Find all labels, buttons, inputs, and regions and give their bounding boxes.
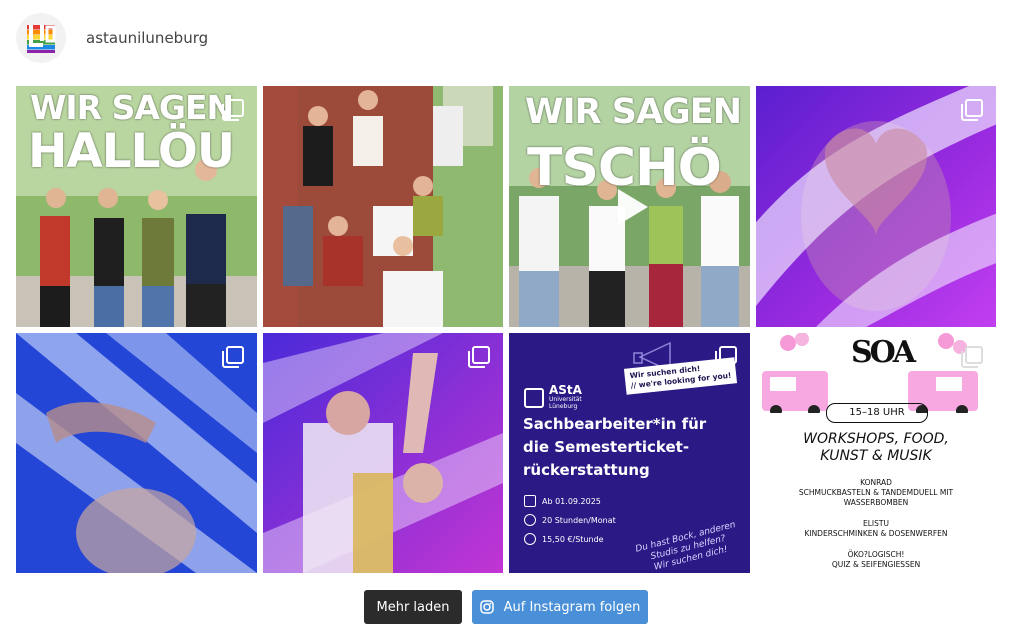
load-more-button[interactable]: Mehr laden <box>364 590 462 624</box>
asta-mark-icon <box>524 387 544 408</box>
coins-icon <box>524 533 536 545</box>
gallery-icon <box>222 346 244 368</box>
post-tile-1[interactable]: WIR SAGEN HALLÖU <box>16 86 257 327</box>
gallery-icon <box>222 99 244 121</box>
post-grid: WIR SAGEN HALLÖU WIR SAGEN TSCHÖ Wir suc… <box>16 86 996 573</box>
job-title: Sachbearbeiter*in für die Semesterticket… <box>523 415 707 479</box>
profile-username[interactable]: astauniluneburg <box>86 29 208 47</box>
gallery-icon <box>961 99 983 121</box>
event-logo: SOA <box>851 335 916 370</box>
post-image <box>16 333 257 573</box>
job-pay: 15,50 €/Stunde <box>524 533 604 545</box>
gallery-icon <box>961 346 983 368</box>
event-time: 15–18 UHR <box>826 403 928 423</box>
gallery-icon <box>468 346 490 368</box>
post-tile-7[interactable]: Wir suchen dich! // we're looking for yo… <box>509 333 750 573</box>
avatar[interactable] <box>16 13 66 63</box>
post-tile-3[interactable]: WIR SAGEN TSCHÖ <box>509 86 750 327</box>
gallery-icon <box>715 346 737 368</box>
feed-actions: Mehr laden Auf Instagram folgen <box>364 590 648 624</box>
handwritten-note: Du hast Bock, anderen Studis zu helfen? … <box>634 520 737 573</box>
post-tile-8[interactable]: SOA 15–18 UHR WORKSHOPS, FOOD, KUNST & M… <box>756 333 996 573</box>
instagram-icon <box>479 600 494 614</box>
play-icon <box>617 188 648 225</box>
post-tile-2[interactable] <box>263 86 503 327</box>
post-tile-4[interactable] <box>756 86 996 327</box>
event-line: ELISTU <box>863 519 889 528</box>
calendar-icon <box>524 495 536 507</box>
job-hours: 20 Stunden/Monat <box>524 514 616 526</box>
event-line: SCHMUCKBASTELN & TANDEMDUELL MIT <box>798 488 954 497</box>
post-overlay-text: WIR SAGEN <box>30 88 234 127</box>
follow-label: Auf Instagram folgen <box>503 599 641 615</box>
event-line: QUIZ & SEIFENGIESSEN <box>831 560 921 569</box>
event-line: ÖKO?LOGISCH! <box>847 550 905 559</box>
post-tile-6[interactable] <box>263 333 503 573</box>
event-headline: WORKSHOPS, FOOD, KUNST & MUSIK <box>803 431 949 464</box>
post-overlay-text: WIR SAGEN <box>525 92 742 132</box>
post-image <box>756 86 996 327</box>
event-line: KONRAD <box>860 478 892 487</box>
post-tile-5[interactable] <box>16 333 257 573</box>
job-start-date: Ab 01.09.2025 <box>524 495 601 507</box>
asta-logo: AStA Universität Lüneburg <box>524 384 582 410</box>
event-line: WASSERBOMBEN <box>843 498 909 507</box>
follow-on-instagram-button[interactable]: Auf Instagram folgen <box>472 590 648 624</box>
clock-icon <box>524 514 536 526</box>
asta-logo-icon <box>27 25 56 53</box>
event-line: KINDERSCHMINKEN & DOSENWERFEN <box>804 529 948 538</box>
post-image <box>263 86 503 327</box>
profile-header: astauniluneburg <box>16 13 208 63</box>
post-image <box>263 333 503 573</box>
post-overlay-text: HALLÖU <box>28 124 235 179</box>
